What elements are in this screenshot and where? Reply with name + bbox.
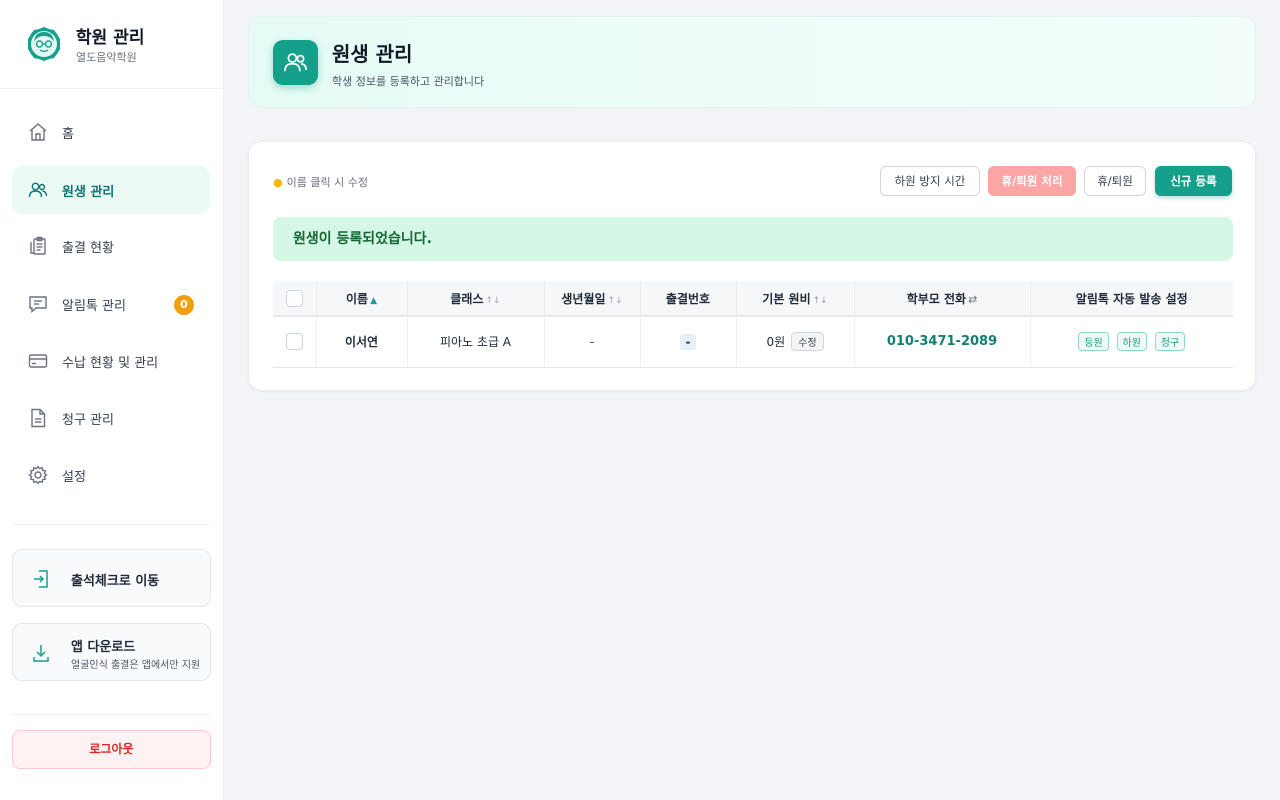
student-class: 피아노 초급 A (407, 316, 545, 368)
notify-tag-billing[interactable]: 청구 (1154, 332, 1186, 352)
select-all-checkbox[interactable] (285, 289, 303, 307)
sidebar: 학원 관리 열도음악학원 홈 원생 관리 출결 현황 알림톡 관리 0 수납 현… (0, 0, 224, 800)
attendance-check-link[interactable]: 출석체크로 이동 (12, 549, 211, 607)
sidebar-item-kakao-notify[interactable]: 알림톡 관리 0 (12, 280, 210, 328)
lightbulb-icon: ● (273, 176, 283, 189)
sidebar-divider (12, 714, 210, 715)
fee-edit-button[interactable]: 수정 (791, 332, 824, 352)
page-header: 원생 관리 학생 정보를 등록하고 관리합니다 (248, 16, 1256, 108)
table-header-row: 이름 ▲ 클래스 ↑↓ 생년월일 ↑↓ 출결번호 기본 원비 ↑↓ 학부모 전화 ⇄ 알림… (273, 281, 1233, 317)
sidebar-item-payments[interactable]: 수납 현황 및 관리 (12, 337, 210, 385)
sidebar-divider (12, 524, 210, 525)
sort-asc-icon: ▲ (370, 295, 377, 306)
sort-icon: ↑↓ (485, 295, 501, 306)
app-download-link[interactable]: 앱 다운로드 얼굴인식 출결은 앱에서만 지원 (12, 623, 211, 681)
notification-count-badge: 0 (174, 295, 194, 315)
sidebar-item-students[interactable]: 원생 관리 (12, 166, 210, 214)
edit-hint-text: 이름 클릭 시 수정 (286, 176, 368, 189)
attendance-no-cell: - (640, 316, 737, 368)
column-header-name[interactable]: 이름 ▲ (316, 281, 408, 317)
logout-button[interactable]: 로그아웃 (12, 730, 211, 769)
app-download-title: 앱 다운로드 (71, 640, 136, 655)
chat-icon (29, 296, 47, 314)
column-header-class[interactable]: 클래스 ↑↓ (407, 281, 545, 317)
attendance-no: - (679, 333, 697, 350)
clipboard-icon (30, 236, 46, 255)
gear-icon (28, 465, 48, 485)
brand-subtitle: 열도음악학원 (76, 51, 137, 64)
swap-icon[interactable]: ⇄ (968, 293, 977, 306)
notify-tag-departure[interactable]: 하원 (1116, 332, 1147, 352)
page-header-icon (273, 40, 318, 85)
edit-hint: ● 이름 클릭 시 수정 (273, 174, 368, 190)
leave-list-button[interactable]: 휴/퇴원 (1084, 166, 1146, 196)
parent-phone-cell: 010-3471-2089 (854, 316, 1031, 368)
users-icon (284, 53, 307, 72)
sidebar-item-label: 청구 관리 (62, 413, 114, 428)
sidebar-item-home[interactable]: 홈 (12, 108, 210, 156)
sidebar-item-billing[interactable]: 청구 관리 (12, 394, 210, 442)
parent-phone[interactable]: 010-3471-2089 (887, 334, 997, 349)
fee-value: 0원 (766, 335, 786, 350)
sort-icon: ↑↓ (812, 295, 828, 306)
attendance-check-label: 출석체크로 이동 (71, 574, 160, 589)
sidebar-item-label: 알림톡 관리 (62, 299, 126, 314)
dismissal-time-button[interactable]: 하원 방지 시간 (880, 166, 980, 196)
column-header-parent-phone[interactable]: 학부모 전화 ⇄ (854, 281, 1031, 317)
row-checkbox[interactable] (285, 333, 303, 351)
page-subtitle: 학생 정보를 등록하고 관리합니다 (332, 75, 485, 88)
fee-cell: 0원 수정 (736, 316, 855, 368)
notify-tag-arrival[interactable]: 등원 (1078, 332, 1109, 352)
leave-process-button[interactable]: 휴/퇴원 처리 (988, 166, 1076, 196)
select-all-cell (273, 281, 317, 317)
sidebar-item-attendance[interactable]: 출결 현황 (12, 222, 210, 270)
brand: 학원 관리 열도음악학원 (0, 0, 223, 89)
academy-logo-icon (28, 27, 60, 61)
success-alert: 원생이 등록되었습니다. (273, 217, 1233, 261)
card-icon (28, 354, 48, 368)
students-table: 이름 ▲ 클래스 ↑↓ 생년월일 ↑↓ 출결번호 기본 원비 ↑↓ 학부모 전화 ⇄ 알림… (273, 281, 1233, 368)
login-icon (34, 570, 48, 588)
sidebar-item-settings[interactable]: 설정 (12, 451, 210, 499)
students-panel: ● 이름 클릭 시 수정 하원 방지 시간 휴/퇴원 처리 휴/퇴원 신규 등록 … (248, 141, 1256, 391)
column-header-notify: 알림톡 자동 발송 설정 (1030, 281, 1233, 317)
download-icon (33, 645, 49, 662)
sidebar-item-label: 설정 (62, 470, 86, 485)
column-header-attendance-no: 출결번호 (640, 281, 737, 317)
sidebar-item-label: 출결 현황 (62, 241, 114, 256)
sidebar-item-label: 원생 관리 (62, 185, 115, 200)
student-name[interactable]: 이서연 (316, 316, 408, 368)
home-icon (29, 123, 47, 141)
users-icon (28, 182, 48, 198)
sidebar-item-label: 홈 (62, 127, 74, 142)
new-register-button[interactable]: 신규 등록 (1155, 166, 1232, 196)
page-title: 원생 관리 (332, 42, 413, 66)
column-header-fee[interactable]: 기본 원비 ↑↓ (736, 281, 855, 317)
sidebar-item-label: 수납 현황 및 관리 (62, 356, 159, 371)
brand-title: 학원 관리 (76, 28, 145, 48)
notify-tags-cell: 등원 하원 청구 (1030, 316, 1233, 368)
student-birth: - (544, 316, 641, 368)
column-header-birth[interactable]: 생년월일 ↑↓ (544, 281, 641, 317)
sort-icon: ↑↓ (607, 295, 623, 306)
document-icon (31, 408, 46, 428)
app-download-subtitle: 얼굴인식 출결은 앱에서만 지원 (71, 660, 201, 671)
row-select-cell (273, 316, 317, 368)
table-row: 이서연 피아노 초급 A - - 0원 수정 010-3471-2089 등원 하… (273, 316, 1233, 368)
